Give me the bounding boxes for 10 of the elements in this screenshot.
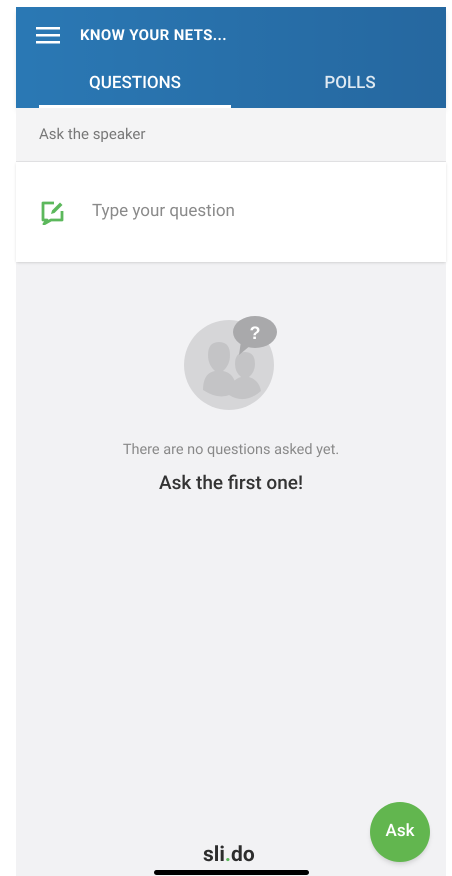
question-field[interactable]: Type your question <box>92 199 422 225</box>
empty-message: There are no questions asked yet. <box>122 440 340 460</box>
menu-icon[interactable] <box>36 26 60 44</box>
section-label: Ask the speaker <box>39 124 146 146</box>
empty-call-to-action: Ask the first one! <box>158 470 303 496</box>
logo: sli.do <box>203 845 255 866</box>
event-title: KNOW YOUR NETS... <box>80 24 227 46</box>
tab[interactable]: POLLS <box>254 63 446 108</box>
ask-button[interactable]: Ask <box>370 802 430 862</box>
edit-icon <box>40 199 66 225</box>
